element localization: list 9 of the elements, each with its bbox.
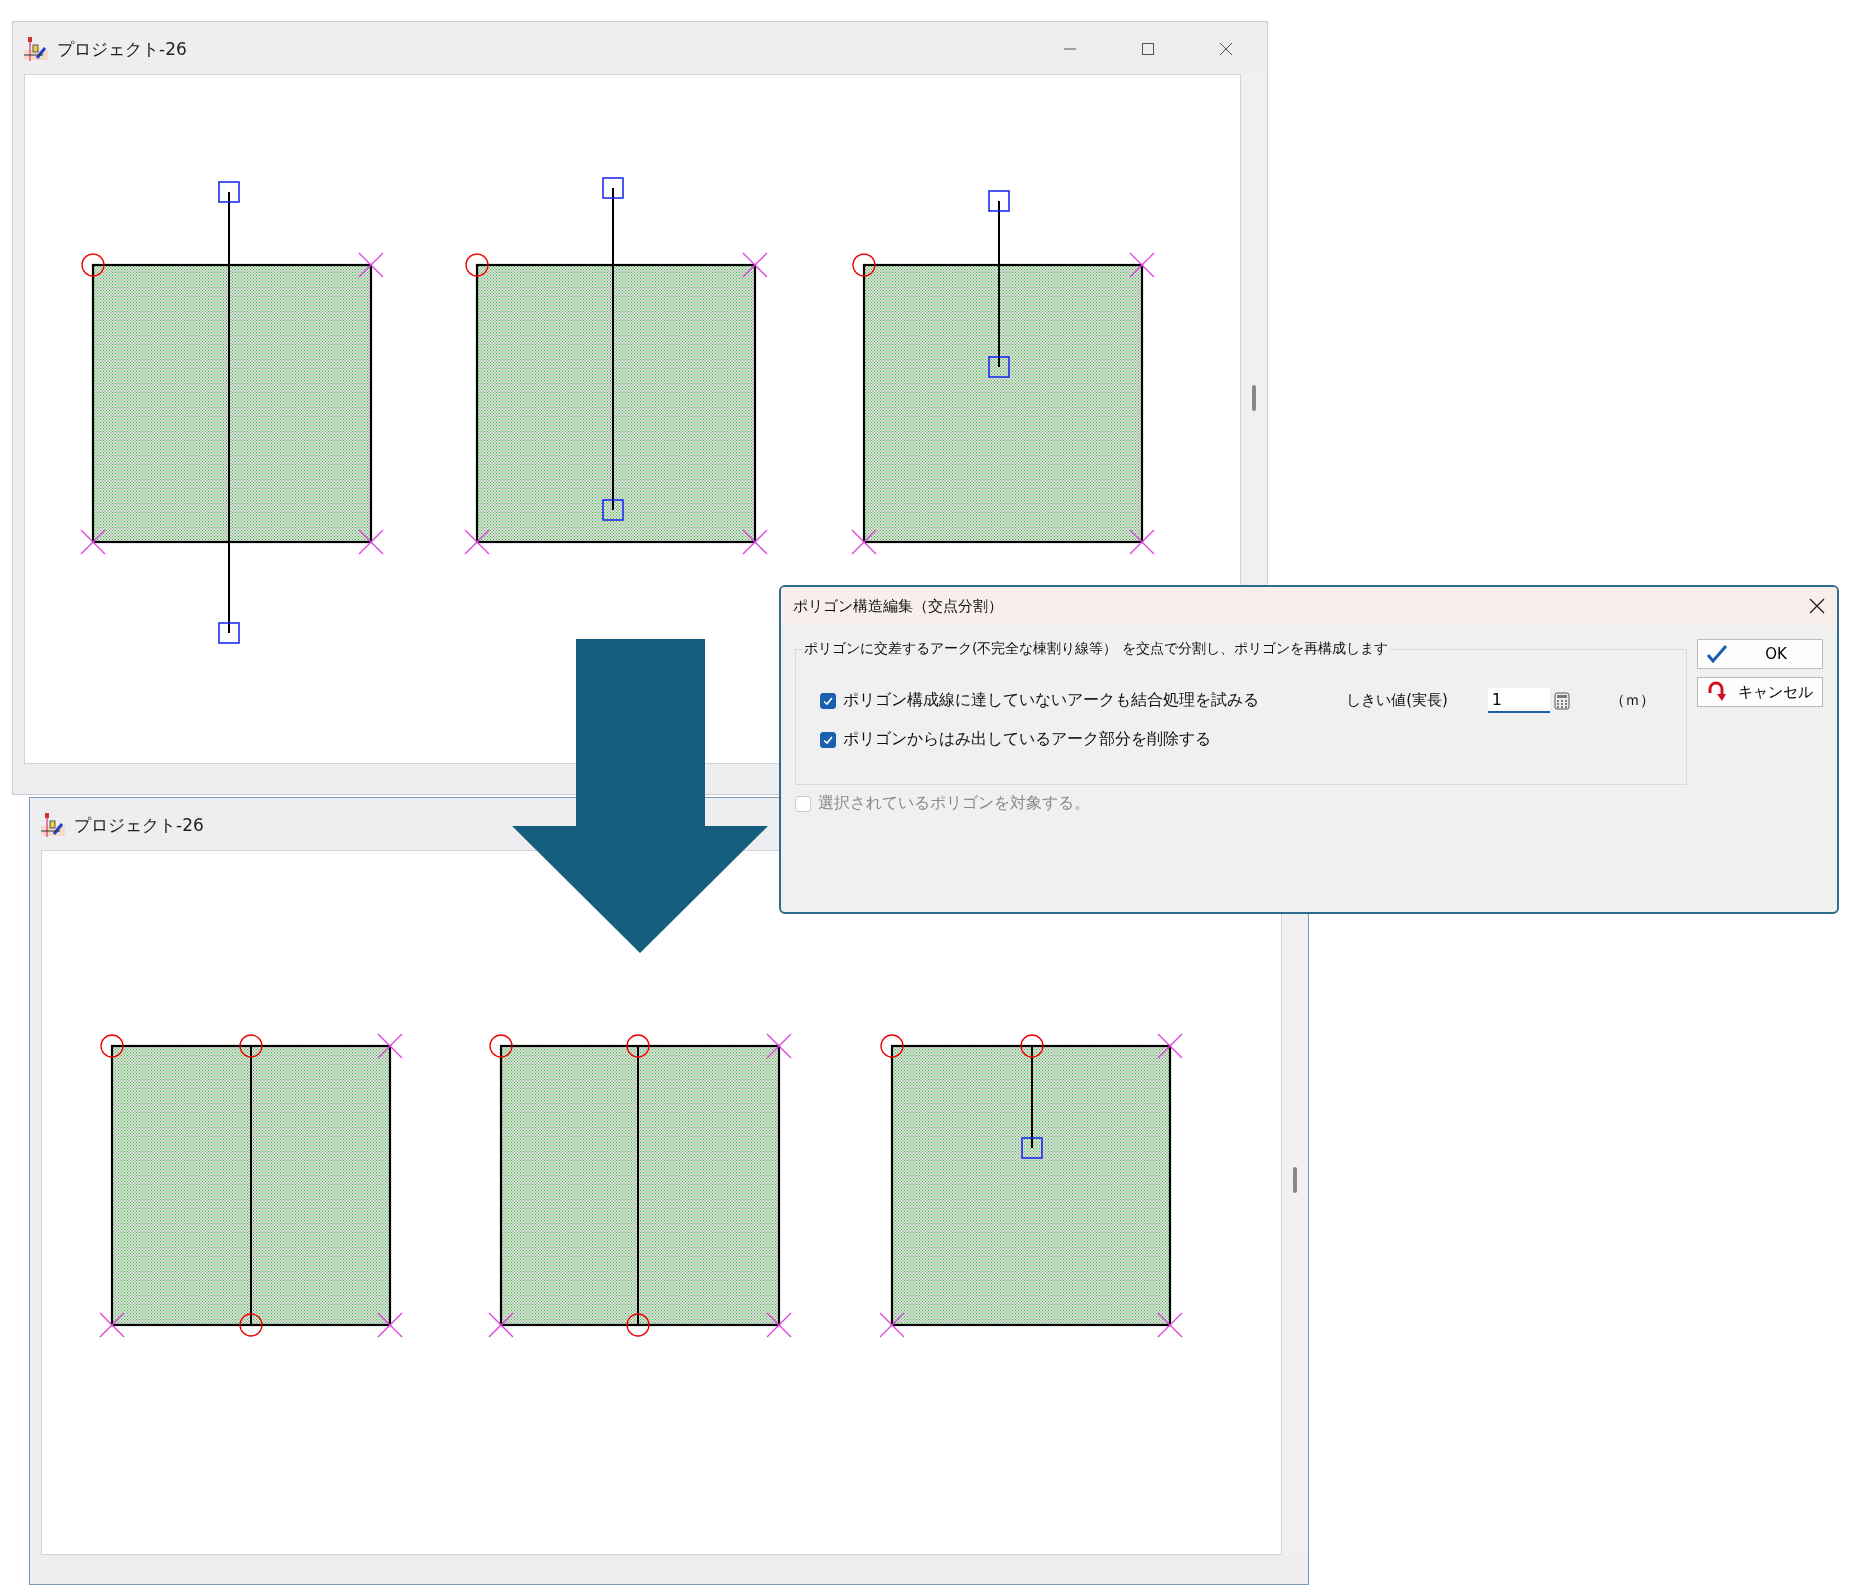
unit-label: （ｍ） <box>1609 691 1655 710</box>
checkbox-label: 選択されているポリゴンを対象する。 <box>818 793 1090 814</box>
group-label: ポリゴンに交差するアーク(不完全な棟割り線等） を交点で分割し、ポリゴンを再構成します <box>802 640 1390 658</box>
checkbox-label: ポリゴンからはみ出しているアーク部分を削除する <box>843 729 1211 750</box>
threshold-label: しきい値(実長) <box>1346 691 1448 710</box>
window-title: プロジェクト-26 <box>57 37 187 61</box>
window-title: プロジェクト-26 <box>74 813 204 837</box>
dialog-title: ポリゴン構造編集（交点分割） <box>793 596 1003 616</box>
checkbox-label: ポリゴン構成線に達していないアークも結合処理を試みる <box>843 690 1259 711</box>
